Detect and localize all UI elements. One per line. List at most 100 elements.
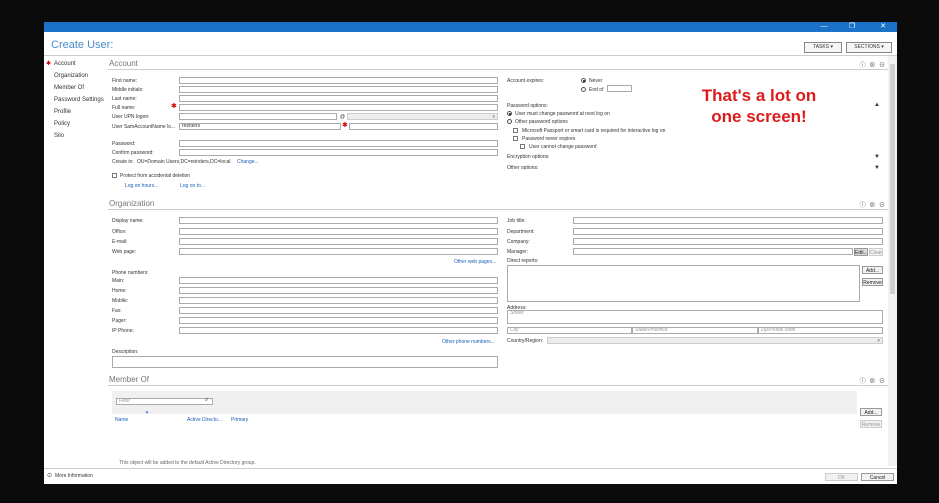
close-button[interactable]: ✕ (872, 22, 894, 32)
other-options-radio[interactable] (507, 119, 512, 124)
help-icon[interactable]: ⓘ (860, 203, 867, 209)
collapse-icon[interactable]: ⊖ (879, 379, 886, 385)
nav-item-password-settings[interactable]: Password Settings (54, 97, 104, 103)
expand-arrow-icon[interactable]: ▼ (874, 154, 880, 160)
pager-input[interactable] (179, 317, 498, 324)
nav-item-policy[interactable]: Policy (54, 121, 70, 127)
sections-label: SECTIONS (854, 44, 880, 50)
passport-checkbox[interactable] (513, 128, 518, 133)
nav-item-profile[interactable]: Profile (54, 109, 71, 115)
last-name-input[interactable] (179, 95, 498, 102)
main-phone-input[interactable] (179, 277, 498, 284)
create-in-label: Create in: (112, 159, 134, 165)
manager-clear-button[interactable]: Clear (869, 248, 883, 256)
home-phone-input[interactable] (179, 287, 498, 294)
other-options-section-label: Other options: (507, 165, 539, 171)
never-expires-checkbox[interactable] (513, 136, 518, 141)
ok-button[interactable]: OK (825, 473, 858, 481)
description-input[interactable] (112, 356, 498, 368)
city-input[interactable]: City (507, 327, 632, 334)
collapse-icon[interactable]: ⊖ (879, 203, 886, 209)
collapse-icon[interactable]: ⊖ (879, 63, 886, 69)
add-group-button[interactable]: Add... (860, 408, 882, 416)
nav-item-organization[interactable]: Organization (54, 73, 88, 79)
remove-group-button[interactable]: Remove (860, 420, 882, 428)
tasks-button[interactable]: TASKS ▾ (804, 42, 842, 53)
organization-section: Organization ⓘ ⊗ ⊖ Display name: Office:… (108, 199, 888, 371)
display-name-input[interactable] (179, 217, 498, 224)
window-titlebar: — ❐ ✕ (44, 22, 897, 32)
section-title: Organization (109, 199, 155, 208)
first-name-label: First name: (112, 78, 138, 84)
change-link[interactable]: Change... (237, 159, 259, 165)
country-select[interactable]: ▾ (547, 337, 883, 344)
collapse-arrow-icon[interactable]: ▲ (874, 102, 880, 108)
nav-item-member-of[interactable]: Member Of (54, 85, 84, 91)
create-in-value: OU=Domain Users,DC=reinders,DC=local (137, 159, 231, 165)
sections-button[interactable]: SECTIONS ▾ (846, 42, 892, 53)
chevron-down-icon: ▾ (492, 114, 495, 120)
upn-logon-input[interactable] (179, 113, 337, 120)
upn-domain-select[interactable]: ▾ (347, 113, 498, 120)
more-information-link[interactable]: More Information (55, 473, 93, 479)
other-phone-numbers-link[interactable]: Other phone numbers... (442, 339, 495, 345)
job-title-input[interactable] (573, 217, 883, 224)
web-page-input[interactable] (179, 248, 498, 255)
close-icon[interactable]: ⊗ (869, 203, 876, 209)
email-input[interactable] (179, 238, 498, 245)
close-icon[interactable]: ⊗ (869, 379, 876, 385)
scrollbar-thumb[interactable] (890, 64, 895, 294)
expires-date-input[interactable] (607, 85, 632, 92)
zip-input[interactable]: Zip/Postal code (758, 327, 883, 334)
state-input[interactable]: State/Province (632, 327, 758, 334)
search-icon[interactable]: ⌕ (205, 397, 208, 404)
expand-up-icon[interactable]: ⊙ (47, 472, 52, 479)
home-phone-label: Home: (112, 288, 127, 294)
must-change-radio[interactable] (507, 111, 512, 116)
expires-never-radio[interactable] (581, 78, 586, 83)
expand-arrow-icon[interactable]: ▼ (874, 165, 880, 171)
street-input[interactable]: Street (507, 310, 883, 324)
column-primary-header[interactable]: Primary (231, 417, 248, 423)
mobile-phone-input[interactable] (179, 297, 498, 304)
manager-label: Manager: (507, 249, 529, 255)
nav-item-account[interactable]: Account (46, 60, 76, 67)
cannot-change-checkbox[interactable] (520, 144, 525, 149)
logon-to-link[interactable]: Log on to... (180, 183, 205, 189)
first-name-input[interactable] (179, 77, 498, 84)
cannot-change-label: User cannot change password (529, 144, 597, 150)
middle-initials-input[interactable] (179, 86, 498, 93)
sam-account-input[interactable]: reinders (179, 123, 341, 130)
remove-direct-report-button[interactable]: Remove (862, 278, 883, 286)
column-ad-header[interactable]: Active Directo... (187, 417, 222, 423)
help-icon[interactable]: ⓘ (860, 63, 867, 69)
full-name-input[interactable] (179, 104, 498, 111)
ip-phone-input[interactable] (179, 327, 498, 334)
nav-item-silo[interactable]: Silo (54, 133, 64, 139)
column-name-header[interactable]: Name (115, 417, 128, 423)
sam-account-domain-input[interactable] (349, 123, 498, 130)
other-web-pages-link[interactable]: Other web pages... (454, 259, 496, 265)
minimize-button[interactable]: — (813, 22, 835, 32)
help-icon[interactable]: ⓘ (860, 379, 867, 385)
direct-reports-list[interactable] (507, 265, 860, 302)
settings-icon[interactable]: ⊗ (869, 63, 876, 69)
filter-input[interactable]: Filter (116, 398, 213, 405)
office-input[interactable] (179, 228, 498, 235)
manager-edit-button[interactable]: Edit... (854, 248, 868, 256)
logon-hours-link[interactable]: Log on hours... (125, 183, 158, 189)
protect-deletion-checkbox[interactable] (112, 173, 117, 178)
job-title-label: Job title: (507, 218, 526, 224)
vertical-scrollbar[interactable] (888, 56, 897, 466)
page-title: Create User: (51, 39, 114, 51)
department-input[interactable] (573, 228, 883, 235)
maximize-button[interactable]: ❐ (841, 22, 863, 32)
cancel-button[interactable]: Cancel (861, 473, 894, 481)
confirm-password-input[interactable] (179, 149, 498, 156)
add-direct-report-button[interactable]: Add... (862, 266, 883, 274)
password-input[interactable] (179, 140, 498, 147)
fax-input[interactable] (179, 307, 498, 314)
company-input[interactable] (573, 238, 883, 245)
manager-input[interactable] (573, 248, 853, 255)
expires-end-of-radio[interactable] (581, 87, 586, 92)
